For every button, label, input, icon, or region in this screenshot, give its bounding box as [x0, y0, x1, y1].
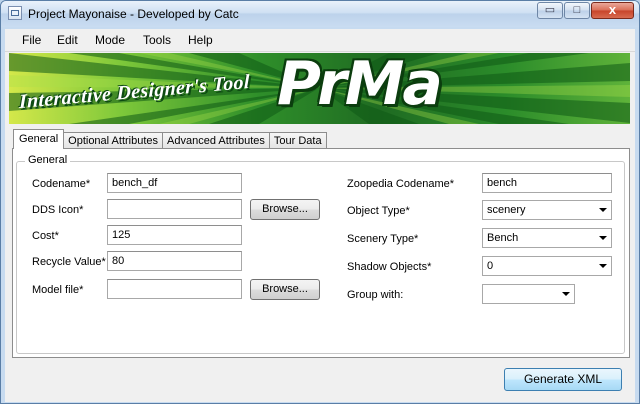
scenery-type-label: Scenery Type* — [347, 233, 419, 245]
object-type-select[interactable]: scenery — [482, 200, 612, 220]
dds-icon-browse-button[interactable]: Browse... — [250, 199, 320, 220]
model-file-browse-button[interactable]: Browse... — [250, 279, 320, 300]
menu-bar: File Edit Mode Tools Help — [5, 29, 635, 52]
codename-label: Codename* — [32, 178, 91, 190]
codename-input[interactable]: bench_df — [107, 173, 242, 193]
menu-tools[interactable]: Tools — [143, 33, 171, 47]
maximize-button[interactable]: □ — [564, 2, 590, 19]
dds-icon-input[interactable] — [107, 199, 242, 219]
zoopedia-codename-input[interactable]: bench — [482, 173, 612, 193]
dds-icon-label: DDS Icon* — [32, 204, 84, 216]
generate-xml-button[interactable]: Generate XML — [504, 368, 622, 391]
menu-file[interactable]: File — [22, 33, 41, 47]
groupbox-title: General — [25, 154, 71, 166]
scenery-type-select[interactable]: Bench — [482, 228, 612, 248]
window-controls: ▭ □ x — [536, 2, 634, 19]
recycle-value-input[interactable]: 80 — [107, 251, 242, 271]
shadow-objects-label: Shadow Objects* — [347, 261, 432, 273]
banner-logo: PrMa — [277, 53, 443, 119]
app-icon[interactable] — [8, 6, 22, 20]
shadow-objects-select[interactable]: 0 — [482, 256, 612, 276]
model-file-label: Model file* — [32, 284, 84, 296]
menu-mode[interactable]: Mode — [95, 33, 125, 47]
menu-edit[interactable]: Edit — [57, 33, 78, 47]
minimize-button[interactable]: ▭ — [537, 2, 563, 19]
close-button[interactable]: x — [591, 2, 634, 19]
cost-label: Cost* — [32, 230, 59, 242]
object-type-value: scenery — [487, 204, 526, 216]
menu-help[interactable]: Help — [188, 33, 213, 47]
cost-input[interactable]: 125 — [107, 225, 242, 245]
group-with-select[interactable] — [482, 284, 575, 304]
chevron-down-icon — [599, 208, 607, 212]
object-type-label: Object Type* — [347, 205, 410, 217]
chevron-down-icon — [599, 264, 607, 268]
zoopedia-codename-label: Zoopedia Codename* — [347, 178, 455, 190]
tab-strip: General Optional Attributes Advanced Att… — [13, 129, 327, 149]
chevron-down-icon — [599, 236, 607, 240]
recycle-value-label: Recycle Value* — [32, 256, 106, 268]
model-file-input[interactable] — [107, 279, 242, 299]
tab-tour-data[interactable]: Tour Data — [268, 132, 327, 149]
tab-advanced-attributes[interactable]: Advanced Attributes — [162, 132, 270, 149]
banner-image: Interactive Designer's Tool PrMa — [9, 53, 630, 124]
shadow-objects-value: 0 — [487, 260, 494, 272]
chevron-down-icon — [562, 292, 570, 296]
group-with-label: Group with: — [347, 289, 404, 301]
scenery-type-value: Bench — [487, 232, 519, 244]
window-title: Project Mayonaise - Developed by Catc — [28, 7, 239, 21]
tab-general[interactable]: General — [13, 129, 65, 149]
title-bar: Project Mayonaise - Developed by Catc ▭ … — [1, 1, 639, 27]
tab-optional-attributes[interactable]: Optional Attributes — [63, 132, 164, 149]
